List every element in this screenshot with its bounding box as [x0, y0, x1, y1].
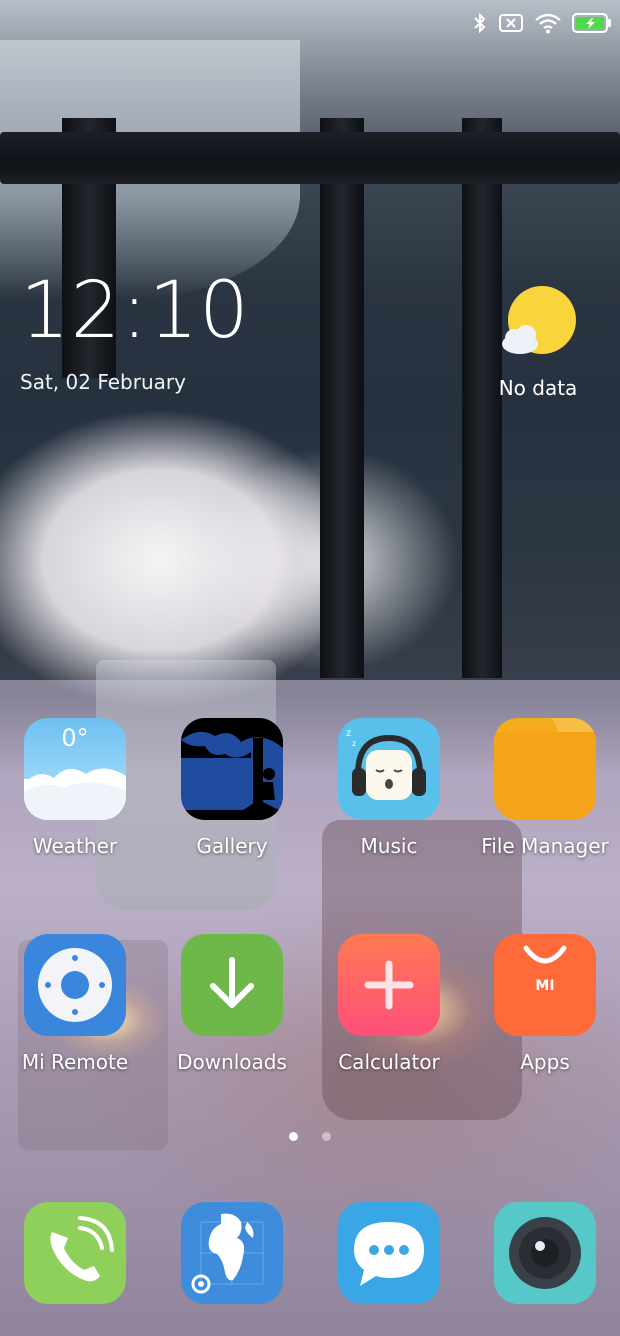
messages-icon — [338, 1202, 440, 1304]
app-label: Gallery — [196, 834, 268, 858]
page-dot[interactable] — [321, 1132, 331, 1141]
mi-store-icon: MI — [494, 934, 596, 1036]
dock-browser[interactable] — [157, 1202, 307, 1304]
app-label: Music — [360, 834, 418, 858]
clock-widget[interactable]: 12:10 Sat, 02 February — [20, 272, 250, 394]
calculator-icon — [338, 934, 440, 1036]
app-downloads[interactable]: Downloads — [157, 934, 307, 1074]
phone-icon — [24, 1202, 126, 1304]
no-sim-icon — [499, 14, 523, 32]
browser-icon — [181, 1202, 283, 1304]
app-gallery[interactable]: Gallery — [157, 718, 307, 858]
weather-widget-label: No data — [498, 376, 578, 400]
weather-app-temp: 0° — [61, 724, 89, 752]
gallery-icon — [181, 718, 283, 820]
app-label: File Manager — [481, 834, 609, 858]
app-label: Apps — [520, 1050, 570, 1074]
app-file-manager[interactable]: File Manager — [470, 718, 620, 858]
bluetooth-icon — [474, 12, 486, 34]
app-calculator[interactable]: Calculator — [314, 934, 464, 1074]
wallpaper-railing — [0, 132, 620, 184]
app-label: Downloads — [177, 1050, 287, 1074]
folder-icon — [494, 718, 596, 820]
mi-badge: MI — [535, 978, 555, 994]
status-bar — [472, 8, 612, 38]
music-icon: z z — [338, 718, 440, 820]
dock-messages[interactable] — [314, 1202, 464, 1304]
dock-camera[interactable] — [470, 1202, 620, 1304]
svg-text:z: z — [346, 728, 351, 739]
remote-icon — [24, 934, 126, 1036]
svg-text:z: z — [352, 739, 356, 748]
app-label: Mi Remote — [21, 1050, 129, 1074]
app-apps[interactable]: MI Apps — [470, 934, 620, 1074]
download-icon — [181, 934, 283, 1036]
weather-widget[interactable]: No data — [478, 286, 598, 400]
dock-phone[interactable] — [0, 1202, 150, 1304]
sun-cloud-icon — [502, 286, 576, 354]
app-music[interactable]: z z Music — [314, 718, 464, 858]
app-label: Weather — [32, 834, 118, 858]
clock-time[interactable]: 12:10 — [20, 272, 250, 350]
wifi-icon — [535, 13, 561, 34]
wallpaper-railing-post — [320, 118, 364, 678]
page-dot-active[interactable] — [289, 1132, 299, 1141]
app-weather[interactable]: 0° Weather — [0, 718, 150, 858]
camera-icon — [494, 1202, 596, 1304]
clock-date: Sat, 02 February — [20, 370, 186, 394]
battery-charging-icon — [572, 13, 611, 33]
page-indicator[interactable] — [0, 1126, 620, 1145]
app-label: Calculator — [338, 1050, 440, 1074]
app-mi-remote[interactable]: Mi Remote — [0, 934, 150, 1074]
weather-icon: 0° — [24, 718, 126, 820]
